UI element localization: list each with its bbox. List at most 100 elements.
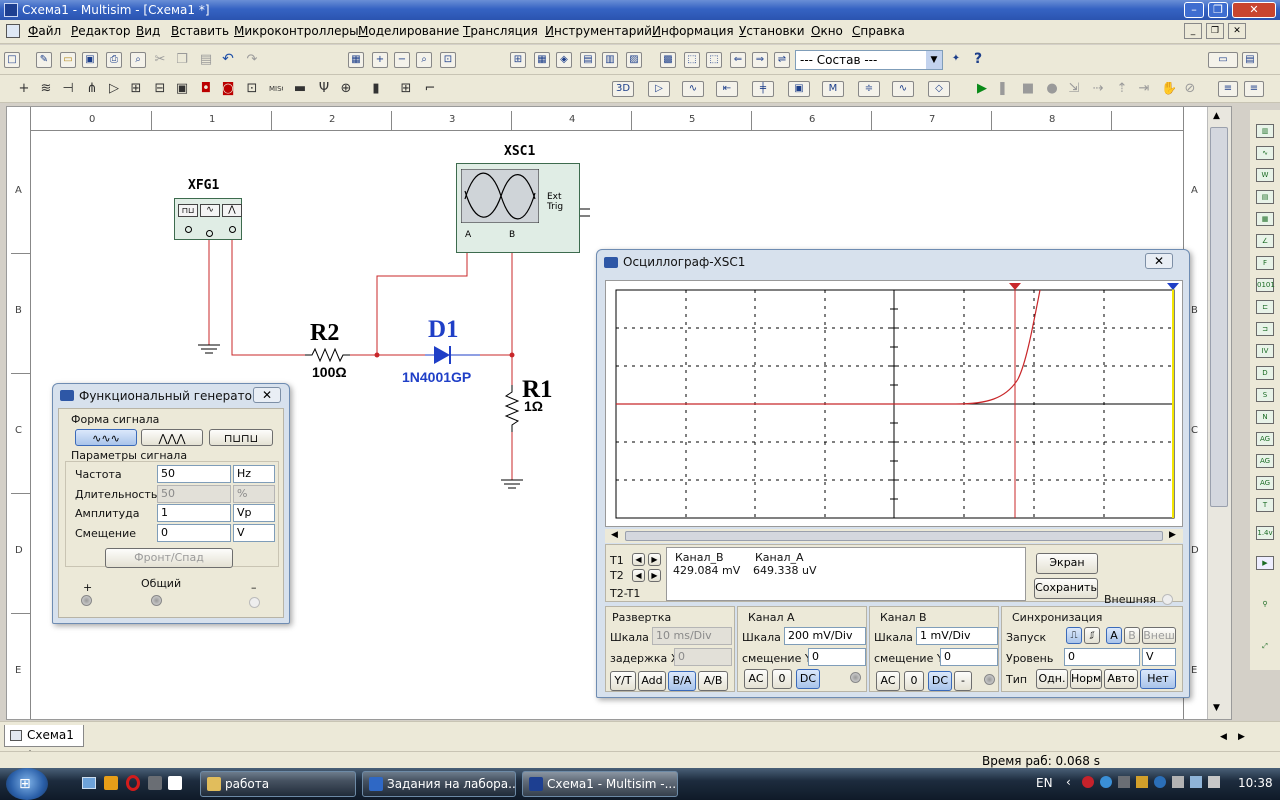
bus-icon[interactable]: ⌐ <box>422 81 438 97</box>
step-over-icon[interactable]: ⇢ <box>1090 81 1106 97</box>
full-screen-icon[interactable]: ▦ <box>348 52 364 68</box>
place-source-icon[interactable]: + <box>16 81 32 97</box>
probe-icon[interactable]: ⇤ <box>716 81 738 97</box>
trigger-normal-button[interactable]: Норм <box>1070 669 1102 689</box>
function-generator-close-button[interactable]: ✕ <box>253 387 281 403</box>
agilent-scope-icon[interactable]: AG <box>1256 476 1274 490</box>
mdi-restore-button[interactable]: ❐ <box>1206 23 1224 39</box>
spreadsheet-icon[interactable]: ▦ <box>534 52 550 68</box>
in-use-list-dropdown[interactable]: --- Состав --- ▼ <box>795 50 943 70</box>
channel-a-terminal-icon[interactable] <box>850 672 861 683</box>
undo-icon[interactable]: ↶ <box>220 52 236 68</box>
menu-file[interactable]: Файл <box>28 24 61 38</box>
print-icon[interactable]: ⎙ <box>106 52 122 68</box>
channel-b-ypos-input[interactable]: 0 <box>940 648 998 666</box>
start-button[interactable]: ⊞ <box>6 768 48 800</box>
channel-b-dc-button[interactable]: DC <box>928 671 952 691</box>
place-misc-icon[interactable]: MISC <box>268 81 284 97</box>
duty-cycle-unit[interactable]: % <box>233 485 275 503</box>
place-electromech-icon[interactable]: ⊕ <box>338 81 354 97</box>
list-icon[interactable]: ≡ <box>1218 81 1238 97</box>
offset-unit[interactable]: V <box>233 524 275 542</box>
trigger-level-input[interactable]: 0 <box>1064 648 1140 666</box>
tab-scroll-right-icon[interactable]: ▶ <box>1238 732 1245 742</box>
distortion-analyzer-icon[interactable]: D <box>1256 366 1274 380</box>
menu-microcontrollers[interactable]: Микроконтроллеры <box>234 24 359 38</box>
reverse-screen-button[interactable]: Экран <box>1036 553 1098 574</box>
external-trigger-terminal-icon[interactable] <box>1162 594 1173 605</box>
menu-simulate[interactable]: Моделирование <box>358 24 459 38</box>
erc-icon[interactable]: ▩ <box>660 52 676 68</box>
sheet-tab[interactable]: Схема1 * <box>4 725 84 762</box>
toolbar-options-icon[interactable]: ≡ <box>1244 81 1264 97</box>
network-icon[interactable] <box>1190 776 1202 788</box>
function-generator-symbol[interactable]: ⊓⊔ ∿ ⋀ <box>174 198 242 240</box>
distribute-icon[interactable]: ≑ <box>858 81 880 97</box>
forward-annotate-icon[interactable]: ⇒ <box>752 52 768 68</box>
channel-b-ac-button[interactable]: AC <box>876 671 900 691</box>
amplitude-unit[interactable]: Vp <box>233 504 275 522</box>
place-ttl-icon[interactable]: ⊞ <box>128 81 144 97</box>
x-position-input[interactable]: 0 <box>674 648 732 666</box>
t2-left-button[interactable]: ◀ <box>632 569 645 582</box>
close-button[interactable]: ✕ <box>1232 2 1276 18</box>
print-preview-icon[interactable]: ⌕ <box>130 52 146 68</box>
analysis-graph-icon[interactable]: 3D <box>612 81 634 97</box>
minus-terminal-icon[interactable] <box>249 597 260 608</box>
hierarchy-icon[interactable]: ⊞ <box>510 52 526 68</box>
wattmeter-icon[interactable]: W <box>1256 168 1274 182</box>
rise-fall-button[interactable]: Фронт/Спад <box>105 548 233 568</box>
app-launch-icon[interactable] <box>168 776 182 790</box>
step-out-icon[interactable]: ⇡ <box>1114 81 1130 97</box>
logic-analyzer-icon[interactable]: ⊏ <box>1256 300 1274 314</box>
back-annotate-icon[interactable]: ⇐ <box>730 52 746 68</box>
agilent-multimeter-icon[interactable]: AG <box>1256 454 1274 468</box>
channel-b-scale-input[interactable]: 1 mV/Div <box>916 627 998 645</box>
tray-bluetooth-icon[interactable] <box>1100 776 1112 788</box>
scope-screen[interactable] <box>605 280 1183 527</box>
show-desktop-icon[interactable] <box>82 777 96 789</box>
taskbar-item-document[interactable]: Задания на лабора... <box>362 771 516 797</box>
scroll-right-icon[interactable]: ▶ <box>1169 530 1176 540</box>
zoom-area-icon[interactable]: ⌕ <box>416 52 432 68</box>
place-mixed-icon[interactable]: ◘ <box>198 81 214 97</box>
t2-right-button[interactable]: ▶ <box>648 569 661 582</box>
remove-breakpoints-icon[interactable]: ⊘ <box>1182 81 1198 97</box>
network-analyzer-icon[interactable]: N <box>1256 410 1274 424</box>
menu-options[interactable]: Установки <box>739 24 805 38</box>
vertical-scrollbar[interactable]: ▲ ▼ <box>1207 107 1231 719</box>
multimeter-icon[interactable]: ▥ <box>1256 124 1274 138</box>
oscilloscope-symbol[interactable]: Ext Trig A B <box>456 163 580 253</box>
taskbar-item-multisim[interactable]: Схема1 - Multisim -... <box>522 771 678 797</box>
ab-button[interactable]: A/B <box>698 671 728 691</box>
place-rf-icon[interactable]: Ψ <box>316 81 332 97</box>
menu-insert[interactable]: Вставить <box>171 24 229 38</box>
transfer-ultiboard-icon[interactable]: ⬚ <box>706 52 722 68</box>
channel-b-zero-button[interactable]: 0 <box>904 671 924 691</box>
frequency-counter-icon[interactable]: F <box>1256 256 1274 270</box>
menu-help[interactable]: Справка <box>852 24 905 38</box>
measurement-probe-icon[interactable]: 1.4v <box>1256 526 1274 540</box>
frequency-unit[interactable]: Hz <box>233 465 275 483</box>
language-indicator[interactable]: EN <box>1036 776 1053 790</box>
amplitude-input[interactable]: 1 <box>157 504 231 522</box>
menu-edit[interactable]: Редактор <box>71 24 130 38</box>
help-icon[interactable]: ? <box>970 52 986 68</box>
mdi-close-button[interactable]: ✕ <box>1228 23 1246 39</box>
tray-power-icon[interactable] <box>1172 776 1184 788</box>
labview-icon[interactable]: ▶ <box>1256 556 1274 570</box>
waveform-icon[interactable]: ∿ <box>682 81 704 97</box>
stop-icon[interactable]: ■ <box>1020 81 1036 97</box>
trigger-none-button[interactable]: Нет <box>1140 669 1176 689</box>
scroll-down-icon[interactable]: ▼ <box>1213 703 1220 713</box>
minimize-button[interactable]: – <box>1184 2 1204 18</box>
spectrum-analyzer-icon[interactable]: S <box>1256 388 1274 402</box>
agilent-generator-icon[interactable]: AG <box>1256 432 1274 446</box>
trigger-source-a-button[interactable]: A <box>1106 627 1122 644</box>
grid-icon[interactable]: ╪ <box>752 81 774 97</box>
hierarchical-block-icon[interactable]: ⊞ <box>398 81 414 97</box>
triangle-button[interactable]: ⋀⋀⋀ <box>141 429 203 446</box>
region-icon[interactable]: ⬚ <box>684 52 700 68</box>
trigger-source-b-button[interactable]: B <box>1124 627 1140 644</box>
media-player-icon[interactable] <box>104 776 118 790</box>
